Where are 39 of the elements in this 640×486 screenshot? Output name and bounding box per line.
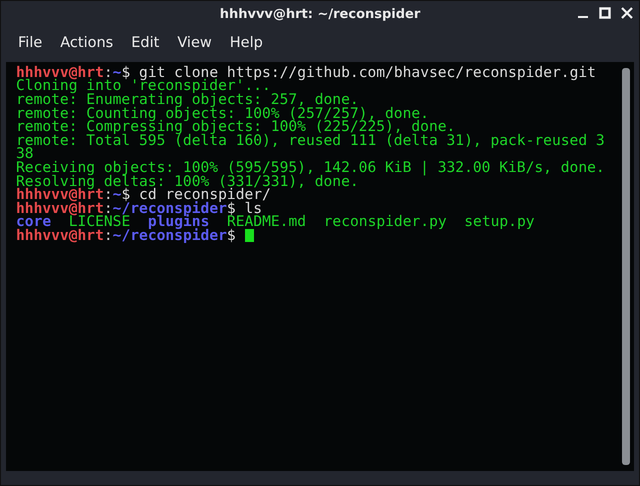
prompt-separator: : (104, 228, 113, 242)
output-text: remote: Total 595 (delta 160), reused 111 (delta 31), pack-reused 3 (16, 134, 605, 148)
menu-item[interactable]: Edit (122, 31, 168, 57)
command-text: $ cd reconspider/ (121, 188, 271, 202)
prompt-path: ~ (112, 66, 122, 80)
prompt-user: hhhvvv@hrt (16, 66, 104, 80)
prompt-path: ~ (112, 188, 122, 202)
output-text: remote: Enumerating objects: 257, done. (16, 92, 359, 107)
menu-item[interactable]: Help (220, 31, 272, 57)
menu-item[interactable]: Actions (51, 31, 122, 57)
command-text: $ ls (226, 202, 262, 216)
prompt-separator: : (104, 66, 113, 80)
maximize-icon[interactable] (599, 7, 611, 19)
prompt-path: ~/reconspider (112, 202, 227, 216)
file-name: README.md (226, 215, 306, 229)
file-name: LICENSE (68, 215, 130, 229)
prompt-user: hhhvvv@hrt (16, 202, 104, 216)
output-text: remote: Compressing objects: 100% (225/225), done. (16, 120, 456, 134)
file-name: reconspider.py (324, 215, 447, 229)
prompt-user: hhhvvv@hrt (16, 188, 104, 202)
prompt-path: ~/reconspider (112, 228, 227, 242)
menu-item[interactable]: File (9, 31, 52, 57)
directory-name: plugins (148, 215, 210, 229)
command-text: $ git clone https://github.com/bhavsec/reconspider.git (121, 66, 596, 80)
prompt-user: hhhvvv@hrt (16, 228, 104, 242)
command-text: $ (226, 228, 236, 242)
close-icon[interactable] (621, 7, 633, 19)
file-name: setup.py (464, 215, 535, 229)
prompt-separator: : (104, 188, 113, 202)
output-text: remote: Counting objects: 100% (257/257), done. (16, 106, 429, 120)
output-text: 38 (16, 147, 34, 161)
prompt-separator: : (104, 202, 113, 216)
scrollbar[interactable] (622, 68, 630, 465)
output-text: Resolving deltas: 100% (331/331), done. (16, 174, 359, 188)
output-text: Receiving objects: 100% (595/595), 142.06 KiB | 332.00 KiB/s, done. (16, 160, 605, 174)
window-title: hhhvvv@hrt: ~/reconspider (220, 6, 420, 24)
output-text: Cloning into 'reconspider'... (16, 79, 271, 93)
directory-name: core (16, 215, 52, 229)
menu-item[interactable]: View (168, 31, 221, 57)
